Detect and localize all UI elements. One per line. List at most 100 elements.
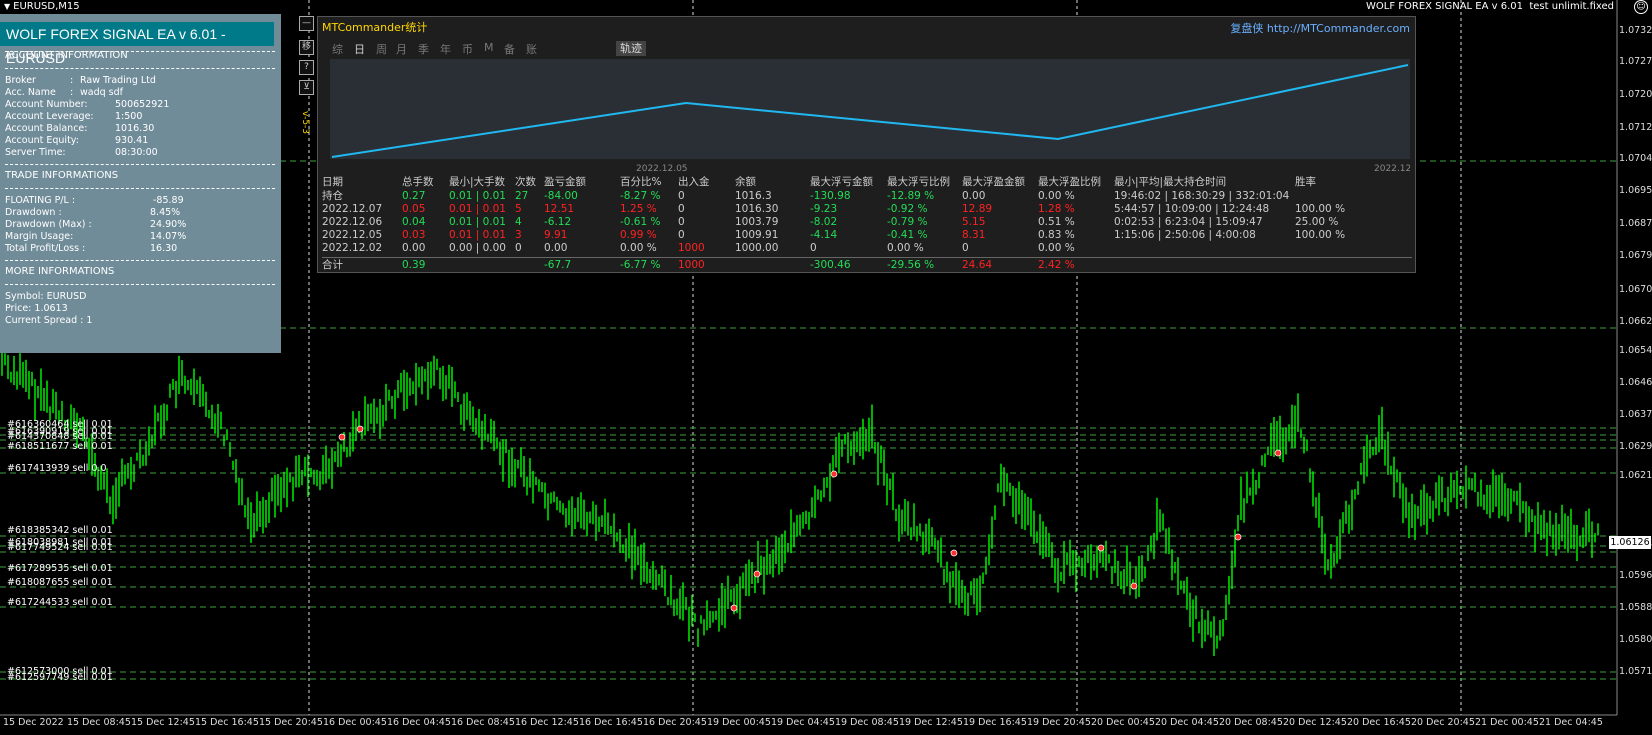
cell-flp: -0.41 %	[887, 229, 928, 241]
column-header: 胜率	[1295, 176, 1316, 188]
table-total-row: 合计 0.39 -67.7 -6.77 % 1000 -300.46 -29.56 % 24.…	[322, 257, 1412, 272]
cell-date: 持仓	[322, 190, 343, 202]
tab-7[interactable]: M	[484, 41, 494, 54]
order-label: #617749524 sell 0.01	[7, 542, 113, 553]
total-pct: -6.77 %	[620, 259, 661, 271]
cell-minmax: 0.01 | 0.01	[449, 229, 506, 241]
divider	[5, 164, 275, 165]
column-header: 百分比%	[620, 176, 662, 188]
price-tick-label: 1.06210	[1619, 470, 1652, 481]
total-fl: -300.46	[810, 259, 851, 271]
time-tick-label: 15 Dec 20:45	[259, 717, 323, 728]
cell-pl: -84.00	[544, 190, 578, 202]
order-label: #618511677 sell 0.01	[7, 441, 113, 452]
cell-date: 2022.12.02	[322, 242, 383, 254]
table-row: 2022.12.06 0.04 0.01 | 0.01 4 -6.12 -0.61 % 0 1…	[322, 215, 1412, 229]
help-button[interactable]: ?	[299, 60, 314, 75]
current-price-label: 1.06126	[1609, 536, 1651, 549]
table-header-row: 日期 总手数 最小|大手数 次数 盈亏金额 百分比% 出入金 余额 最大浮亏金额 最大浮亏比例 最大…	[322, 175, 1412, 189]
tab-5[interactable]: 年	[440, 41, 451, 57]
tab-4[interactable]: 季	[418, 41, 429, 57]
chart-symbol: ▼ EURUSD,M15	[4, 1, 80, 12]
total-io: 1000	[678, 259, 705, 271]
tab-6[interactable]: 币	[462, 41, 473, 57]
price-tick-label: 1.07120	[1619, 122, 1652, 133]
cell-lots: 0.27	[402, 190, 426, 202]
cell-lots: 0.04	[402, 216, 426, 228]
tab-8[interactable]: 备	[504, 41, 515, 57]
cell-count: 27	[515, 190, 529, 202]
trade-marker	[338, 433, 346, 441]
stats-title: MTCommander统计	[322, 21, 428, 34]
column-header: 出入金	[678, 176, 710, 188]
cell-fp: 0	[962, 242, 969, 254]
total-fp: 24.64	[962, 259, 993, 271]
cell-minmax: 0.00 | 0.00	[449, 242, 506, 254]
divider	[5, 188, 275, 189]
cell-fl: -4.14	[810, 229, 838, 241]
cell-pl: 0.00	[544, 242, 568, 254]
cell-io: 0	[678, 229, 685, 241]
time-tick-label: 16 Dec 08:45	[451, 717, 515, 728]
time-tick-label: 21 Dec 04:45	[1539, 717, 1603, 728]
time-tick-label: 20 Dec 16:45	[1347, 717, 1411, 728]
cell-date: 2022.12.07	[322, 203, 383, 215]
balance-chart-bg	[330, 59, 1410, 159]
price-tick-label: 1.06625	[1619, 316, 1652, 327]
cell-lots: 0.05	[402, 203, 426, 215]
cell-count: 4	[515, 216, 522, 228]
chart-date-label: 2022.12.05	[636, 164, 688, 174]
total-flp: -29.56 %	[887, 259, 935, 271]
minimize-button[interactable]: —	[299, 16, 314, 31]
cell-flp: -12.89 %	[887, 190, 935, 202]
price-tick-label: 1.05715	[1619, 666, 1652, 677]
more-header: MORE INFORMATIONS	[5, 266, 115, 277]
move-button[interactable]: 移	[299, 40, 314, 55]
filter-button[interactable]: ⊻	[299, 80, 314, 95]
cell-count: 3	[515, 229, 522, 241]
column-header: 总手数	[402, 176, 434, 188]
column-header: 最大浮亏比例	[887, 176, 950, 188]
cell-io: 0	[678, 190, 685, 202]
time-tick-label: 15 Dec 16:45	[195, 717, 259, 728]
table-row: 2022.12.02 0.00 0.00 | 0.00 0 0.00 0.00 % 1000…	[322, 241, 1412, 255]
column-header: 最小|大手数	[449, 176, 506, 188]
tab-0[interactable]: 综	[332, 41, 343, 57]
cell-pct: -8.27 %	[620, 190, 661, 202]
price-tick-label: 1.05800	[1619, 634, 1652, 645]
cell-minmax: 0.01 | 0.01	[449, 216, 506, 228]
cell-fpp: 1.28 %	[1038, 203, 1075, 215]
order-label: #617289535 sell 0.01	[7, 563, 113, 574]
mtcommander-stats-window: MTCommander统计 复盘侠 http://MTCommander.com…	[317, 16, 1416, 273]
column-header: 最大浮盈金额	[962, 176, 1025, 188]
version-label: v-5-3	[300, 111, 310, 135]
stats-brand-link[interactable]: 复盘侠 http://MTCommander.com	[1230, 20, 1410, 36]
cell-date: 2022.12.06	[322, 216, 383, 228]
column-header: 最小|平均|最大持仓时间	[1114, 176, 1227, 188]
time-tick-label: 19 Dec 04:45	[771, 717, 835, 728]
tab-track[interactable]: 轨迹	[616, 41, 646, 56]
tab-3[interactable]: 月	[396, 41, 407, 57]
time-tick-label: 20 Dec 00:45	[1091, 717, 1155, 728]
cell-fl: 0	[810, 242, 817, 254]
trade-marker	[950, 549, 958, 557]
time-tick-label: 20 Dec 12:45	[1283, 717, 1347, 728]
cell-fp: 12.89	[962, 203, 993, 215]
cell-win: 25.00 %	[1295, 216, 1339, 228]
divider	[5, 284, 275, 285]
trade-marker	[1274, 449, 1282, 457]
cell-date: 2022.12.05	[322, 229, 383, 241]
order-label: #618087655 sell 0.01	[7, 577, 113, 588]
order-label: #617413939 sell 0.0	[7, 463, 107, 474]
tab-2[interactable]: 周	[376, 41, 387, 57]
tab-1[interactable]: 日	[354, 41, 365, 57]
time-tick-label: 20 Dec 20:45	[1411, 717, 1475, 728]
time-tick-label: 15 Dec 2022	[3, 717, 64, 728]
cell-fp: 8.31	[962, 229, 986, 241]
cell-time: 5:44:57 | 10:09:00 | 12:24:48	[1114, 203, 1270, 215]
cell-fpp: 0.00 %	[1038, 242, 1075, 254]
table-row: 持仓 0.27 0.01 | 0.01 27 -84.00 -8.27 % 0 1016.3 -…	[322, 189, 1412, 203]
order-label: #612597749 sell 0.01	[7, 672, 113, 683]
cell-io: 1000	[678, 242, 705, 254]
chart-date-label: 2022.12.07	[1374, 164, 1410, 174]
